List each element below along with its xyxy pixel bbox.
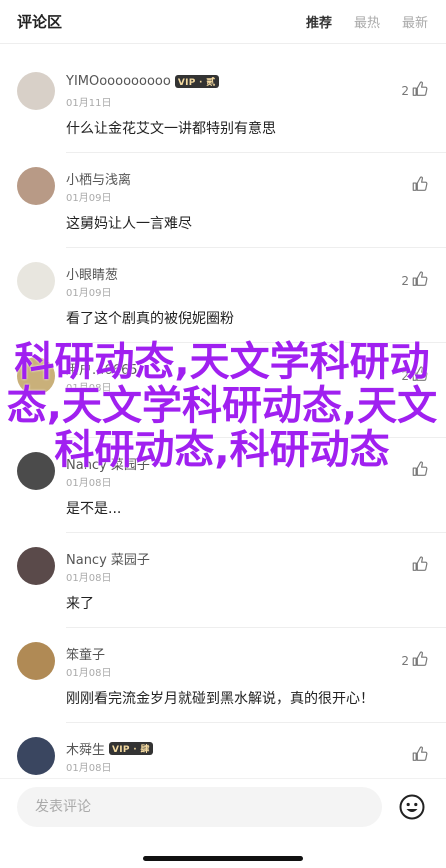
comment-username[interactable]: 木舜生: [66, 739, 105, 758]
like-button[interactable]: 2: [401, 80, 429, 101]
comment-username[interactable]: Nancy 菜园子: [66, 454, 150, 473]
tab-recommended[interactable]: 推荐: [306, 12, 332, 31]
comment-text: 来了: [66, 596, 94, 612]
comment-date: 01月08日: [66, 668, 112, 679]
home-indicator: [143, 856, 303, 861]
avatar[interactable]: [17, 262, 55, 300]
thumbs-up-icon: [411, 650, 429, 671]
like-count: 2: [401, 273, 409, 288]
comment-list: YIMOooooooooo VIP · 贰 01月11日什么让金花艾文一讲都特别有意…: [0, 58, 446, 818]
like-button[interactable]: 2: [401, 365, 429, 386]
like-count: 2: [401, 368, 409, 383]
like-button[interactable]: [409, 175, 429, 196]
comment-item: 小眼睛葱 01月09日看了这个剧真的被倪妮圈粉 2: [0, 248, 446, 343]
person-photo-icon: [17, 737, 55, 775]
cartoon-bear-icon: [17, 262, 55, 300]
comment-text: 看了这个剧真的被倪妮圈粉: [66, 311, 234, 327]
vip-badge: VIP · 肆: [109, 742, 153, 755]
person-photo-icon: [17, 357, 55, 395]
person-photo-icon: [17, 642, 55, 680]
comment-text: 刚刚看完流金岁月就碰到黑水解说，真的很开心！: [66, 691, 374, 707]
vip-badge: VIP · 贰: [174, 75, 219, 88]
comment-input-bar: [0, 778, 446, 868]
avatar[interactable]: [17, 357, 55, 395]
thumbs-up-icon: [411, 270, 429, 291]
comment-item: Nancy 菜园子 01月08日是不是...: [0, 438, 446, 533]
tab-hottest[interactable]: 最热: [354, 12, 380, 31]
like-count: 2: [401, 83, 409, 98]
page-title: 评论区: [17, 13, 63, 31]
comment-date: 01月08日: [66, 478, 112, 489]
avatar[interactable]: [17, 72, 55, 110]
like-button[interactable]: 2: [401, 650, 429, 671]
comment-date: 01月11日: [66, 98, 112, 109]
comment-item: Nancy 菜园子 01月08日来了: [0, 533, 446, 628]
avatar[interactable]: [17, 167, 55, 205]
sort-tabs: 推荐 最热 最新: [306, 12, 428, 31]
comment-username[interactable]: Nancy 菜园子: [66, 549, 150, 568]
comment-username[interactable]: 小栖与浅离: [66, 169, 131, 188]
comment-item: 小栖与浅离 01月09日这舅妈让人一言难尽: [0, 153, 446, 248]
comment-item: YIMOooooooooo VIP · 贰 01月11日什么让金花艾文一讲都特别有意…: [0, 58, 446, 153]
avatar[interactable]: [17, 452, 55, 490]
comment-username[interactable]: 笨童子: [66, 644, 105, 663]
avatar[interactable]: [17, 547, 55, 585]
avatar[interactable]: [17, 737, 55, 775]
like-button[interactable]: 2: [401, 270, 429, 291]
comment-text: 这舅妈让人一言难尽: [66, 216, 192, 232]
person-photo-icon: [17, 167, 55, 205]
comment-header: 评论区 推荐 最热 最新: [0, 0, 446, 44]
comment-date: 01月08日: [66, 383, 112, 394]
person-photo-icon: [17, 72, 55, 110]
comment-username[interactable]: 小眼睛葱: [66, 264, 118, 283]
comment-item: 用户...6665 01月08日 2: [0, 343, 446, 438]
comment-date: 01月08日: [66, 763, 112, 774]
comment-username[interactable]: YIMOooooooooo: [66, 74, 171, 89]
comment-text: 什么让金花艾文一讲都特别有意思: [66, 121, 276, 137]
like-button[interactable]: [409, 745, 429, 766]
person-photo-icon: [17, 452, 55, 490]
like-count: 2: [401, 653, 409, 668]
comment-date: 01月08日: [66, 573, 112, 584]
emoji-icon[interactable]: [398, 793, 426, 821]
tab-newest[interactable]: 最新: [402, 12, 428, 31]
thumbs-up-icon: [411, 365, 429, 386]
comment-username[interactable]: 用户...6665: [66, 359, 137, 378]
comment-item: 笨童子 01月08日刚刚看完流金岁月就碰到黑水解说，真的很开心！ 2: [0, 628, 446, 723]
comment-text: 是不是...: [66, 501, 122, 517]
thumbs-up-icon: [411, 745, 429, 766]
comment-input[interactable]: [17, 787, 382, 827]
thumbs-up-icon: [411, 460, 429, 481]
thumbs-up-icon: [411, 80, 429, 101]
like-button[interactable]: [409, 555, 429, 576]
thumbs-up-icon: [411, 555, 429, 576]
avatar[interactable]: [17, 642, 55, 680]
comment-date: 01月09日: [66, 193, 112, 204]
comment-date: 01月09日: [66, 288, 112, 299]
thumbs-up-icon: [411, 175, 429, 196]
like-button[interactable]: [409, 460, 429, 481]
person-photo-icon: [17, 547, 55, 585]
